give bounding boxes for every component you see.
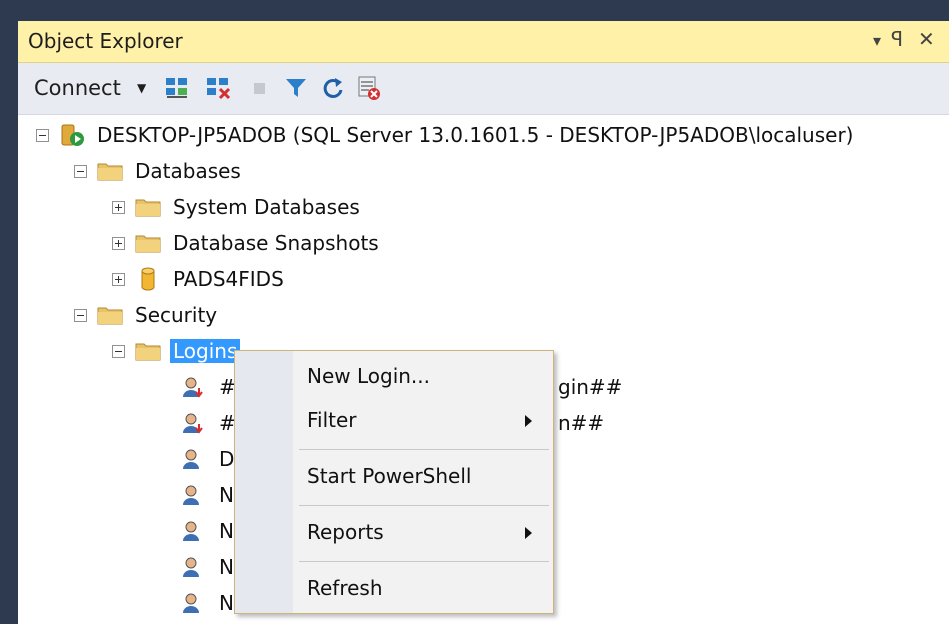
- server-label: DESKTOP-JP5ADOB (SQL Server 13.0.1601.5 …: [97, 123, 854, 147]
- close-icon[interactable]: ✕: [918, 27, 935, 51]
- disabled-login-icon: [183, 377, 203, 398]
- login-name-suffix: n##: [558, 411, 605, 435]
- tree-node-security[interactable]: Security: [74, 300, 220, 330]
- stop-icon[interactable]: [248, 75, 274, 101]
- login-item[interactable]: N: [180, 552, 237, 582]
- login-icon: [183, 557, 199, 577]
- login-icon: [183, 521, 199, 541]
- login-item[interactable]: N: [180, 588, 237, 618]
- menu-separator: [299, 561, 549, 562]
- server-icon: [61, 124, 84, 146]
- menu-separator: [299, 449, 549, 450]
- panel-titlebar: Object Explorer ▾ ꟼ ✕: [18, 21, 949, 63]
- tree-node-server[interactable]: DESKTOP-JP5ADOB (SQL Server 13.0.1601.5 …: [36, 120, 856, 150]
- login-name-suffix: gin##: [558, 375, 623, 399]
- folder-icon: [135, 235, 161, 253]
- login-item[interactable]: #: [180, 408, 239, 438]
- databases-label: Databases: [135, 159, 241, 183]
- filter-icon[interactable]: [283, 75, 309, 101]
- disabled-login-icon: [183, 413, 203, 434]
- database-snapshots-label: Database Snapshots: [173, 231, 379, 255]
- connect-object-explorer-icon[interactable]: [164, 75, 190, 101]
- tree-node-databases[interactable]: Databases: [74, 156, 244, 186]
- login-item[interactable]: D: [180, 444, 237, 474]
- folder-icon: [97, 307, 123, 325]
- tree-node-logins[interactable]: Logins: [112, 336, 241, 366]
- menu-item-new-login[interactable]: New Login...: [307, 364, 430, 388]
- system-databases-label: System Databases: [173, 195, 360, 219]
- collapse-toggle[interactable]: [112, 344, 125, 358]
- tree-node-user-database[interactable]: PADS4FIDS: [112, 264, 287, 294]
- login-item-suffix: gin##: [555, 372, 625, 402]
- database-icon: [141, 267, 155, 291]
- tree-node-system-databases[interactable]: System Databases: [112, 192, 363, 222]
- context-menu: New Login... Filter Start PowerShell Rep…: [234, 350, 554, 614]
- login-item-suffix: n##: [555, 408, 607, 438]
- menu-item-filter[interactable]: Filter: [307, 408, 357, 432]
- toolbar: Connect ▼: [18, 63, 949, 115]
- window-position-dropdown-icon[interactable]: ▾: [873, 31, 881, 50]
- pin-icon[interactable]: ꟼ: [891, 27, 903, 51]
- connect-button[interactable]: Connect: [34, 76, 121, 100]
- login-item[interactable]: #: [180, 372, 239, 402]
- disconnect-icon[interactable]: [205, 75, 231, 101]
- activity-monitor-icon[interactable]: [356, 75, 382, 101]
- login-icon: [183, 593, 199, 613]
- expand-toggle[interactable]: [112, 236, 125, 250]
- login-icon: [183, 449, 199, 469]
- submenu-arrow-icon: [525, 415, 532, 427]
- refresh-icon[interactable]: [320, 75, 346, 101]
- tree-node-database-snapshots[interactable]: Database Snapshots: [112, 228, 382, 258]
- connect-dropdown-icon[interactable]: ▼: [137, 81, 146, 95]
- user-database-label: PADS4FIDS: [173, 267, 284, 291]
- expand-toggle[interactable]: [112, 272, 125, 286]
- folder-icon: [135, 199, 161, 217]
- menu-item-refresh[interactable]: Refresh: [307, 576, 383, 600]
- collapse-toggle[interactable]: [74, 164, 87, 178]
- collapse-toggle[interactable]: [74, 308, 87, 322]
- login-item[interactable]: N: [180, 516, 237, 546]
- collapse-toggle[interactable]: [36, 128, 49, 142]
- security-label: Security: [135, 303, 218, 327]
- login-icon: [183, 485, 199, 505]
- menu-item-reports[interactable]: Reports: [307, 520, 384, 544]
- logins-label: Logins: [170, 339, 241, 363]
- menu-separator: [299, 505, 549, 506]
- menu-item-start-powershell[interactable]: Start PowerShell: [307, 464, 471, 488]
- login-item[interactable]: N: [180, 480, 237, 510]
- expand-toggle[interactable]: [112, 200, 125, 214]
- menu-icon-gutter: [235, 351, 293, 613]
- folder-icon: [97, 163, 123, 181]
- panel-title: Object Explorer: [28, 29, 183, 53]
- submenu-arrow-icon: [525, 527, 532, 539]
- folder-icon: [135, 343, 161, 361]
